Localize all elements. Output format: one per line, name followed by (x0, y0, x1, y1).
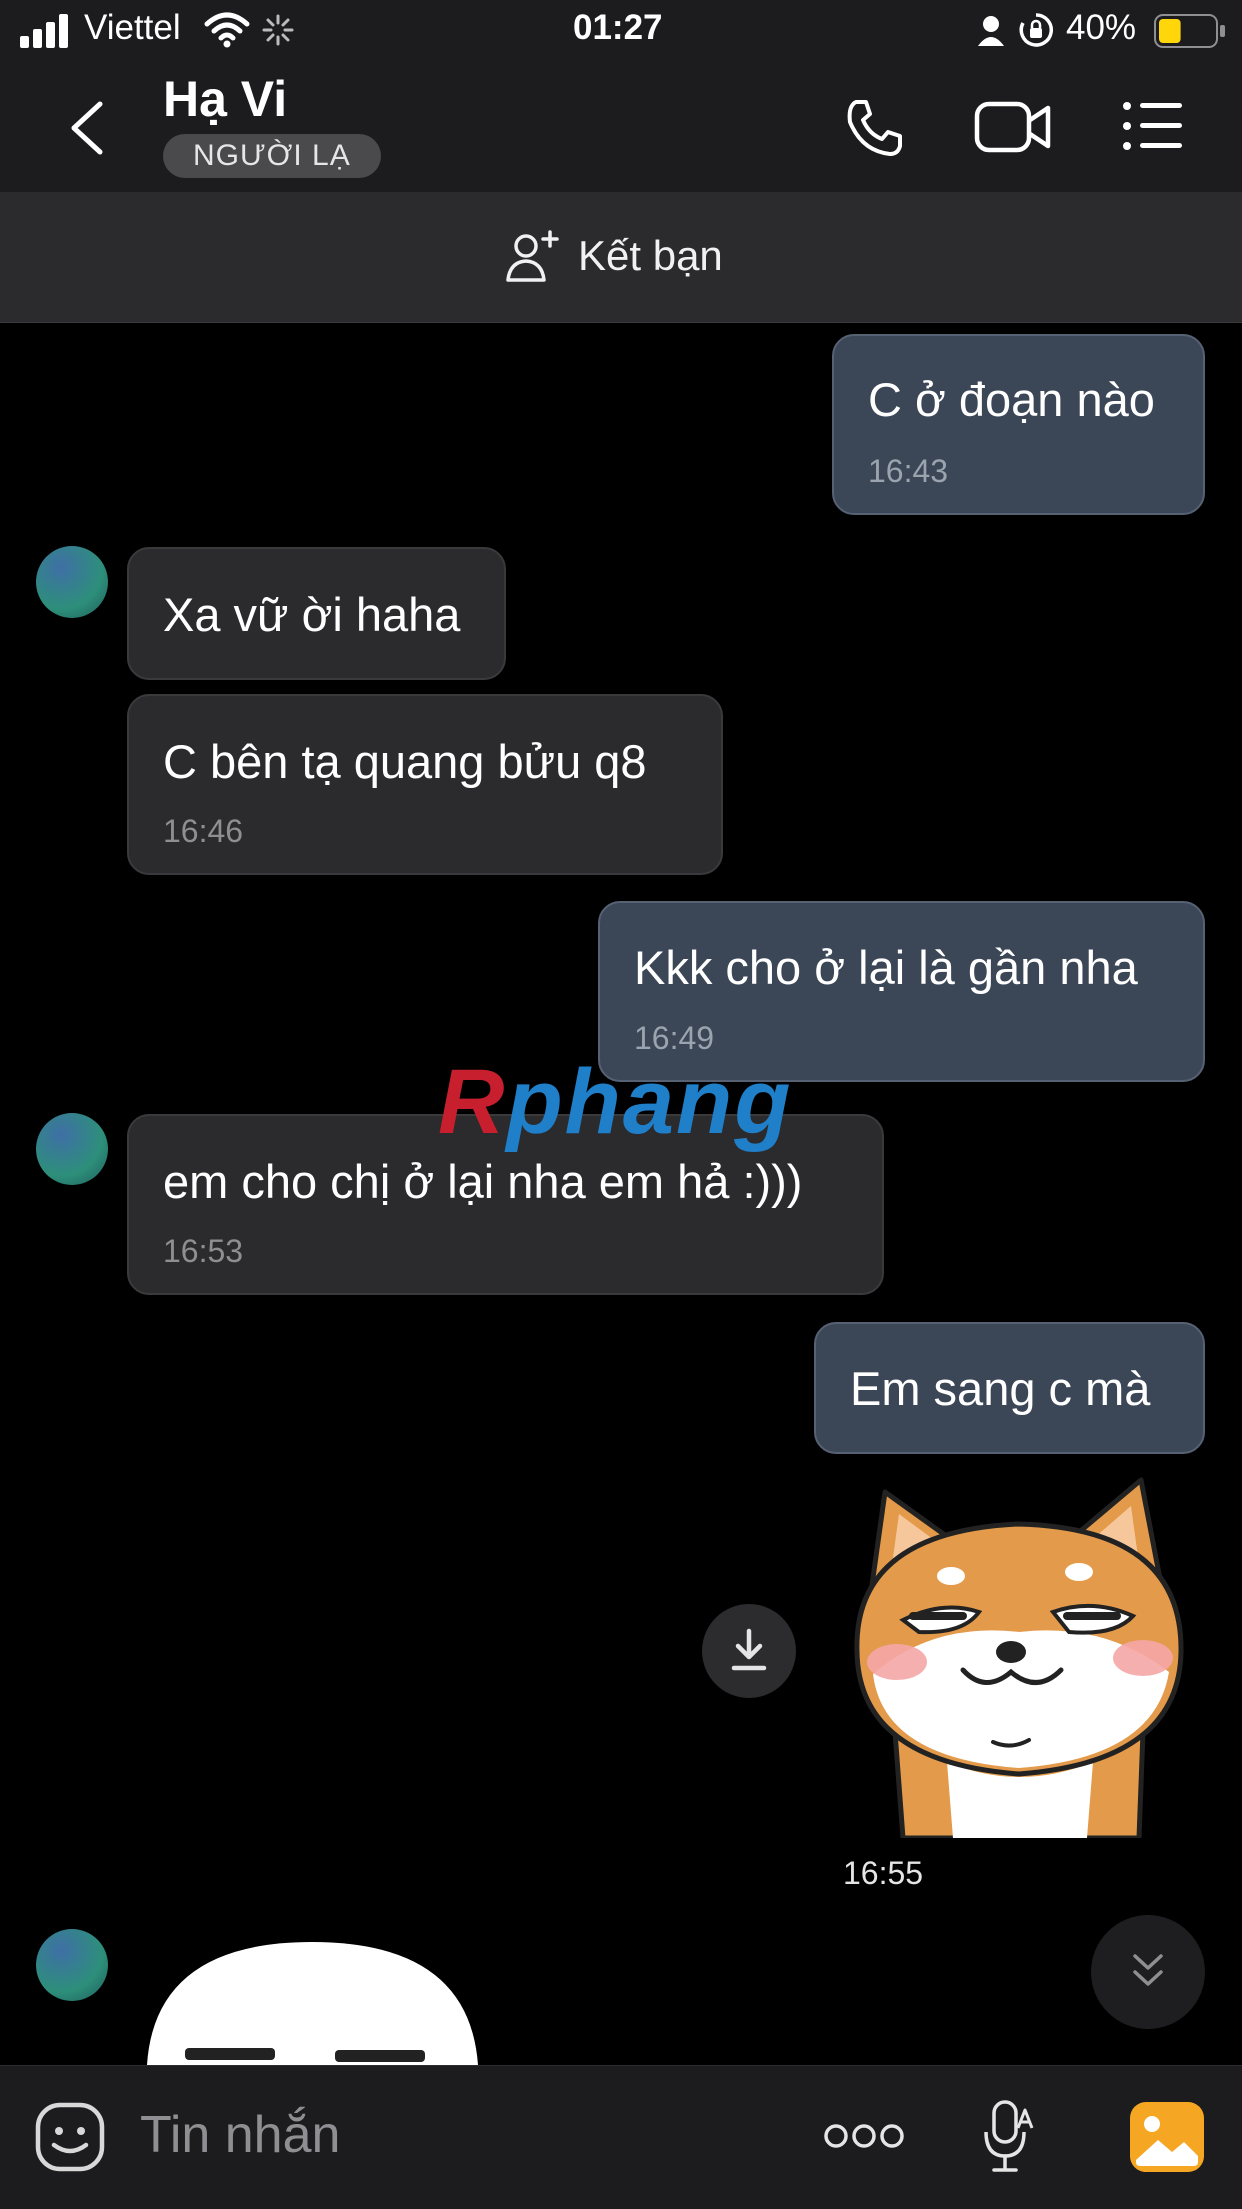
wifi-icon (204, 12, 250, 48)
watermark-part-1: R (438, 1051, 507, 1153)
orientation-lock-icon (1019, 13, 1053, 47)
battery-percent: 40% (1066, 8, 1137, 47)
watermark: Rphang (438, 1050, 792, 1155)
menu-list-icon[interactable] (1122, 100, 1184, 152)
message-timestamp: 16:55 (843, 1855, 924, 1891)
signal-icon (20, 14, 68, 48)
avatar[interactable] (36, 1113, 108, 1185)
message-timestamp: 16:53 (163, 1233, 244, 1269)
message-text: Kkk cho ở lại là gần nha (634, 941, 1138, 994)
double-chevron-down-icon[interactable] (1131, 1950, 1165, 1994)
message-text: C bên tạ quang bửu q8 (163, 735, 647, 788)
voice-to-text-icon[interactable] (982, 2098, 1036, 2176)
message-input[interactable] (140, 2105, 760, 2165)
download-icon[interactable] (728, 1628, 770, 1674)
avatar[interactable] (36, 1929, 108, 2001)
stranger-badge: NGƯỜI LẠ (163, 134, 381, 178)
message-text: Xa vữ ời haha (163, 588, 461, 641)
contact-name[interactable]: Hạ Vi (163, 70, 287, 128)
shiba-dog-sticker[interactable] (843, 1462, 1198, 1838)
message-text: Em sang c mà (850, 1362, 1151, 1415)
partial-sticker[interactable] (145, 1940, 480, 2065)
message-text: C ở đoạn nào (868, 373, 1155, 426)
more-options-icon[interactable] (822, 2119, 906, 2153)
message-text: em cho chị ở lại nha em hả :))) (163, 1155, 803, 1208)
message-timestamp: 16:43 (868, 453, 949, 489)
sticker-emoji-icon[interactable] (34, 2101, 106, 2173)
phone-call-icon[interactable] (842, 96, 906, 160)
video-call-icon[interactable] (974, 98, 1052, 156)
watermark-part-2: phang (506, 1051, 793, 1153)
avatar[interactable] (36, 546, 108, 618)
person-icon (978, 16, 1004, 46)
loading-spinner-icon (262, 14, 294, 46)
carrier-name: Viettel (84, 8, 181, 47)
message-timestamp: 16:46 (163, 813, 244, 849)
add-friend-icon[interactable] (504, 228, 562, 284)
clock: 01:27 (573, 8, 663, 47)
gallery-image-icon[interactable] (1128, 2100, 1206, 2174)
battery-icon (1154, 14, 1225, 48)
add-friend-label[interactable]: Kết bạn (578, 232, 723, 280)
back-arrow-icon[interactable] (64, 96, 112, 160)
